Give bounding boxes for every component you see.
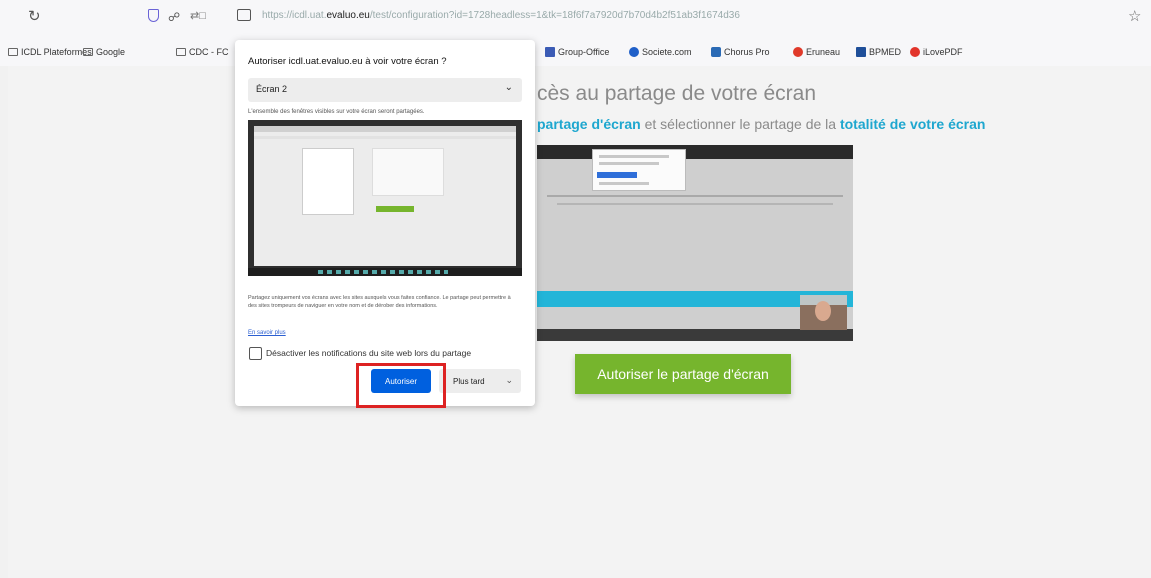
- disable-notifications-label: Désactiver les notifications du site web…: [266, 348, 472, 358]
- later-label: Plus tard: [453, 376, 485, 386]
- preview-line: [599, 162, 659, 165]
- preview-selection: [597, 172, 637, 178]
- bookmark-label: Group-Office: [558, 47, 610, 57]
- browser-toolbar: ↻ ☍ ⇄□ https://icdl.uat.evaluo.eu/test/c…: [0, 0, 1151, 40]
- preview-dialog: [592, 149, 686, 191]
- folder-icon: [176, 48, 186, 56]
- thumbnail-panel: [372, 148, 444, 196]
- bookmark-chorus[interactable]: Chorus Pro: [711, 47, 770, 57]
- preview-taskbar: [537, 329, 853, 341]
- page-instruction: partage d'écran et sélectionner le parta…: [537, 116, 985, 132]
- preview-titlebar: [537, 145, 853, 159]
- bpmed-icon: [856, 47, 866, 57]
- learn-more-link[interactable]: En savoir plus: [248, 330, 286, 336]
- share-warning: Partagez uniquement vos écrans avec les …: [248, 295, 511, 309]
- url-prefix: https://icdl.uat.: [262, 10, 327, 21]
- preview-text-line: [547, 195, 843, 197]
- bookmark-label: Societe.com: [642, 47, 692, 57]
- screen-select[interactable]: Écran 2 ⌄: [248, 78, 522, 102]
- group-office-icon: [545, 47, 555, 57]
- bookmark-label: CDC - FC: [189, 47, 229, 57]
- reload-icon[interactable]: ↻: [28, 7, 41, 25]
- folder-icon: [8, 48, 18, 56]
- chevron-down-icon: ⌄: [505, 375, 513, 385]
- webcam-face: [815, 301, 831, 321]
- bookmark-star-icon[interactable]: ☆: [1128, 7, 1141, 25]
- screen-share-dialog: Autoriser icdl.uat.evaluo.eu à voir votr…: [235, 40, 535, 406]
- bookmarks-bar: ICDL Plateformes Google CDC - FC Group-O…: [0, 40, 1151, 66]
- preview-line: [599, 182, 649, 185]
- allow-screen-share-button[interactable]: Autoriser le partage d'écran: [575, 354, 791, 394]
- screen-select-value: Écran 2: [256, 84, 288, 94]
- bookmark-label: iLovePDF: [923, 47, 963, 57]
- eruneau-icon: [793, 47, 803, 57]
- address-bar[interactable]: https://icdl.uat.evaluo.eu/test/configur…: [262, 10, 740, 21]
- thumbnail-taskbar: [248, 268, 522, 276]
- bookmark-ilovepdf[interactable]: iLovePDF: [910, 47, 963, 57]
- thumbnail-row: [254, 126, 516, 132]
- bookmark-label: Eruneau: [806, 47, 841, 57]
- thumbnail-taskbar-icons: [318, 270, 448, 274]
- screen-thumbnail: [248, 120, 522, 276]
- chevron-down-icon: ⌄: [504, 82, 513, 93]
- bookmark-label: Chorus Pro: [724, 47, 770, 57]
- bookmark-google[interactable]: Google: [83, 47, 125, 57]
- later-button[interactable]: Plus tard ⌄: [439, 369, 521, 393]
- thumbnail-row: [254, 136, 516, 139]
- bookmark-societe[interactable]: Societe.com: [629, 47, 692, 57]
- thumbnail-dialog: [302, 148, 354, 215]
- info-icon: [629, 47, 639, 57]
- folder-icon: [83, 48, 93, 56]
- bookmark-bpmed[interactable]: BPMED: [856, 47, 901, 57]
- instruction-highlight-2: totalité de votre écran: [839, 116, 986, 132]
- webcam-preview: [800, 295, 847, 330]
- instruction-highlight-1: partage d'écran: [537, 116, 641, 132]
- url-path: /test/configuration?id=1728headless=1&tk…: [369, 10, 740, 21]
- thumbnail-green-button: [376, 206, 414, 212]
- preview-text-line: [557, 203, 833, 205]
- screen-share-icon[interactable]: [237, 9, 251, 21]
- bookmark-label: BPMED: [869, 47, 902, 57]
- bookmark-label: Google: [96, 47, 126, 57]
- bookmark-icdl[interactable]: ICDL Plateformes: [8, 47, 92, 57]
- lock-icon[interactable]: ☍: [168, 10, 180, 24]
- bookmark-cdc[interactable]: CDC - FC: [176, 47, 229, 57]
- bookmark-group-office[interactable]: Group-Office: [545, 47, 609, 57]
- highlight-box: [356, 363, 446, 408]
- permissions-icon[interactable]: ⇄□: [190, 9, 206, 22]
- select-note: L'ensemble des fenêtres visibles sur vot…: [248, 109, 425, 115]
- chorus-icon: [711, 47, 721, 57]
- bookmark-label: ICDL Plateformes: [21, 47, 92, 57]
- tracking-shield-icon[interactable]: [148, 9, 159, 22]
- dialog-title: Autoriser icdl.uat.evaluo.eu à voir votr…: [248, 56, 447, 67]
- heart-icon: [910, 47, 920, 57]
- disable-notifications-checkbox[interactable]: [249, 347, 262, 360]
- thumbnail-window: [254, 126, 516, 266]
- page-heading: cès au partage de votre écran: [537, 82, 817, 105]
- instruction-text: et sélectionner le partage de la: [640, 116, 840, 132]
- bookmark-eruneau[interactable]: Eruneau: [793, 47, 840, 57]
- preview-line: [599, 155, 669, 158]
- url-domain: evaluo.eu: [326, 10, 370, 21]
